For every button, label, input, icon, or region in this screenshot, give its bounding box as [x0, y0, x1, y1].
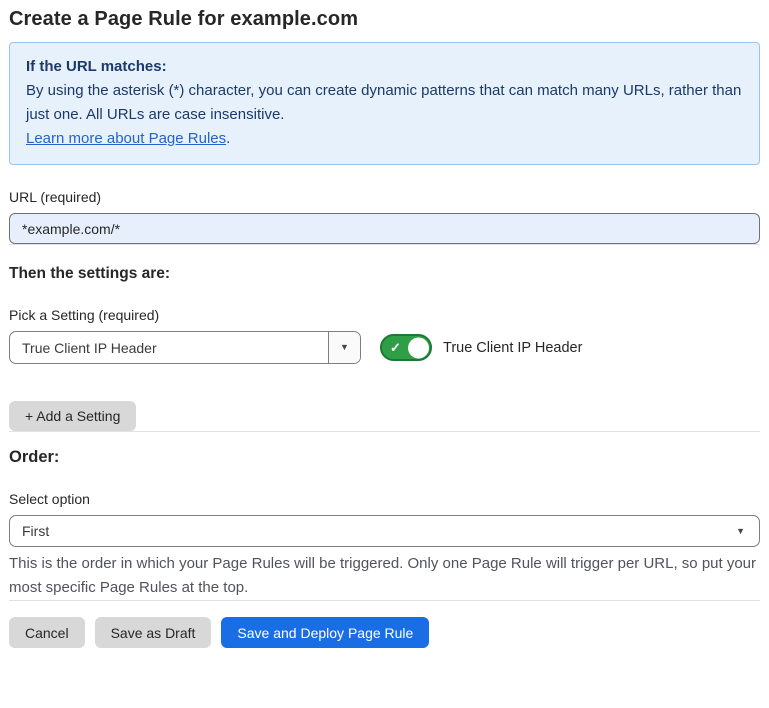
- create-page-rule-form: Create a Page Rule for example.com If th…: [0, 8, 769, 648]
- check-icon: ✓: [390, 341, 401, 354]
- setting-select[interactable]: True Client IP Header ▼: [9, 331, 361, 364]
- pick-setting-label: Pick a Setting (required): [9, 307, 760, 323]
- setting-select-caret-button[interactable]: ▼: [328, 332, 360, 363]
- url-input[interactable]: [9, 213, 760, 244]
- setting-toggle-label: True Client IP Header: [443, 340, 582, 356]
- divider: [9, 431, 760, 432]
- url-match-info-box: If the URL matches: By using the asteris…: [9, 42, 760, 165]
- link-suffix: .: [226, 130, 230, 147]
- add-setting-button[interactable]: + Add a Setting: [9, 401, 136, 431]
- order-select[interactable]: First ▼: [9, 515, 760, 547]
- setting-row: True Client IP Header ▼ ✓ True Client IP…: [9, 331, 760, 364]
- setting-select-value: True Client IP Header: [10, 332, 328, 363]
- settings-section-heading: Then the settings are:: [9, 265, 760, 283]
- info-box-heading: If the URL matches:: [26, 55, 743, 79]
- learn-more-link[interactable]: Learn more about Page Rules: [26, 130, 226, 147]
- save-and-deploy-button[interactable]: Save and Deploy Page Rule: [221, 617, 429, 648]
- divider: [9, 600, 760, 601]
- toggle-knob: [408, 337, 429, 358]
- order-help-text: This is the order in which your Page Rul…: [9, 552, 760, 600]
- footer-actions: Cancel Save as Draft Save and Deploy Pag…: [9, 617, 760, 648]
- page-title: Create a Page Rule for example.com: [9, 8, 760, 31]
- chevron-down-icon: ▼: [736, 527, 745, 536]
- cancel-button[interactable]: Cancel: [9, 617, 85, 648]
- info-box-body: By using the asterisk (*) character, you…: [26, 79, 743, 127]
- setting-toggle[interactable]: ✓: [380, 334, 432, 361]
- info-box-link-line: Learn more about Page Rules.: [26, 127, 743, 151]
- order-section-heading: Order:: [9, 448, 760, 467]
- order-select-value: First: [22, 523, 736, 539]
- save-as-draft-button[interactable]: Save as Draft: [95, 617, 212, 648]
- url-label: URL (required): [9, 189, 760, 205]
- chevron-down-icon: ▼: [340, 343, 349, 352]
- order-select-label: Select option: [9, 491, 760, 507]
- divider: [9, 244, 760, 245]
